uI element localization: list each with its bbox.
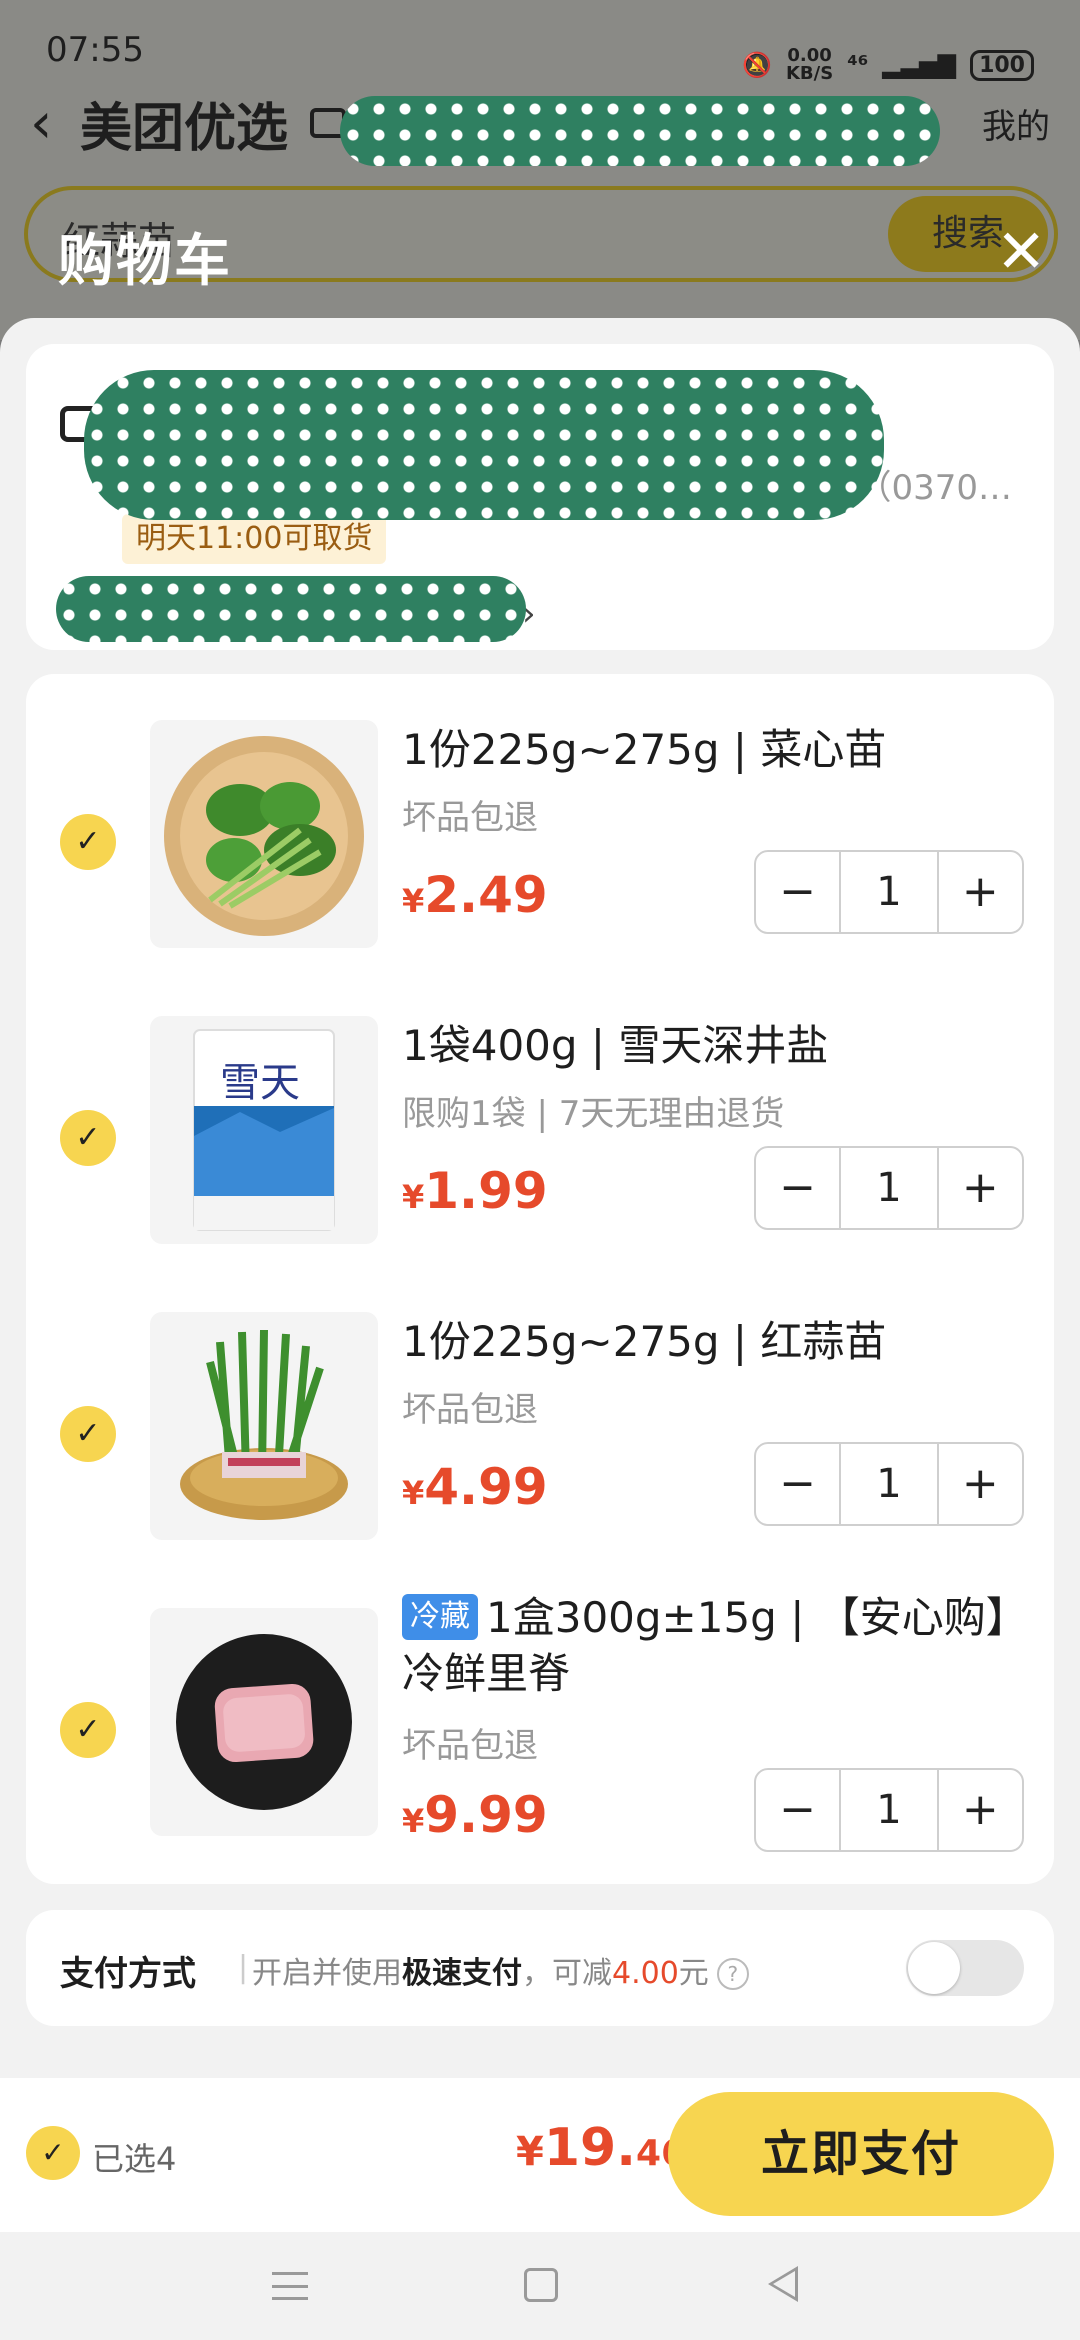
- item-subtitle: 坏品包退: [402, 1726, 538, 1766]
- quantity-value[interactable]: 1: [839, 1770, 939, 1850]
- decrement-button[interactable]: −: [756, 1148, 839, 1228]
- net-speed: 0.00 KB/S: [785, 45, 834, 84]
- battery-icon: 100: [970, 49, 1034, 81]
- item-price: ¥2.49: [402, 866, 548, 924]
- signal-icon: ⁴⁶: [847, 51, 869, 79]
- item-price: ¥4.99: [402, 1458, 548, 1516]
- fast-pay-toggle[interactable]: [906, 1940, 1024, 1996]
- increment-button[interactable]: +: [939, 1770, 1022, 1850]
- quantity-stepper: − 1 +: [754, 1768, 1024, 1852]
- item-price: ¥9.99: [402, 1786, 548, 1844]
- cart-items-card: ✓ 1份225g~275g | 菜心苗 坏品包退 ¥2.49 − 1 + ✓ 雪…: [26, 674, 1054, 1884]
- decrement-button[interactable]: −: [756, 852, 839, 932]
- quantity-stepper: − 1 +: [754, 1442, 1024, 1526]
- pay-now-button[interactable]: 立即支付: [668, 2092, 1054, 2216]
- item-subtitle: 坏品包退: [402, 798, 538, 838]
- total-price: ¥19.46: [516, 2118, 687, 2178]
- signal-bars-icon: ▂▃▅▇: [882, 51, 957, 79]
- quantity-value[interactable]: 1: [839, 852, 939, 932]
- item-title[interactable]: 1袋400g | 雪天深井盐: [402, 1018, 1022, 1074]
- payment-description: 开启并使用极速支付，可减4.00元?: [252, 1948, 749, 1992]
- selected-count: 已选4: [92, 2140, 177, 2178]
- quantity-value[interactable]: 1: [839, 1444, 939, 1524]
- redaction-scribble: [84, 370, 884, 520]
- increment-button[interactable]: +: [939, 852, 1022, 932]
- home-icon[interactable]: [524, 2268, 558, 2302]
- item-subtitle: 限购1袋 | 7天无理由退货: [402, 1094, 785, 1134]
- help-icon[interactable]: ?: [716, 1958, 749, 1990]
- quantity-value[interactable]: 1: [839, 1148, 939, 1228]
- close-icon[interactable]: ✕: [996, 222, 1046, 282]
- cart-item: ✓ 1份225g~275g | 红蒜苗 坏品包退 ¥4.99 − 1 +: [26, 1292, 1054, 1588]
- system-nav-bar: [0, 2232, 1080, 2340]
- leafy-greens-image[interactable]: [150, 720, 378, 948]
- payment-method-card: 支付方式 | 开启并使用极速支付，可减4.00元?: [26, 1910, 1054, 2026]
- cart-sheet: 广 广 （0370… 明天11:00可取货 › ✓: [0, 318, 1080, 2340]
- item-checkbox[interactable]: ✓: [60, 814, 116, 870]
- pickup-address-card[interactable]: 广 广 （0370… 明天11:00可取货 ›: [26, 344, 1054, 650]
- sheet-title: 购物车: [58, 229, 232, 294]
- increment-button[interactable]: +: [939, 1444, 1022, 1524]
- item-title[interactable]: 1份225g~275g | 红蒜苗: [402, 1314, 1022, 1370]
- payment-label: 支付方式: [60, 1954, 196, 1994]
- cart-item: ✓ 冷藏 1盒300g±15g | 【安心购】冷鲜里脊 坏品包退 ¥9.99 − …: [26, 1588, 1054, 1878]
- checkout-bar: ✓ 已选4 ¥19.46 立即支付: [0, 2078, 1080, 2232]
- redaction-scribble: [56, 576, 526, 642]
- cart-item: ✓ 1份225g~275g | 菜心苗 坏品包退 ¥2.49 − 1 +: [26, 700, 1054, 996]
- item-title[interactable]: 1份225g~275g | 菜心苗: [402, 722, 1022, 778]
- item-subtitle: 坏品包退: [402, 1390, 538, 1430]
- redaction-scribble: [340, 96, 940, 166]
- chilled-tag: 冷藏: [402, 1594, 478, 1640]
- toggle-knob: [908, 1942, 960, 1994]
- select-all-checkbox[interactable]: ✓: [26, 2126, 80, 2180]
- cart-item: ✓ 雪天 1袋400g | 雪天深井盐 限购1袋 | 7天无理由退货 ¥1.99…: [26, 996, 1054, 1292]
- quantity-stepper: − 1 +: [754, 1146, 1024, 1230]
- salt-bag-image[interactable]: 雪天: [150, 1016, 378, 1244]
- increment-button[interactable]: +: [939, 1148, 1022, 1228]
- item-checkbox[interactable]: ✓: [60, 1110, 116, 1166]
- svg-text:雪天: 雪天: [220, 1060, 300, 1106]
- garlic-sprouts-image[interactable]: [150, 1312, 378, 1540]
- mute-icon: 🔕: [742, 51, 772, 79]
- quantity-stepper: − 1 +: [754, 850, 1024, 934]
- item-title[interactable]: 冷藏 1盒300g±15g | 【安心购】冷鲜里脊: [402, 1590, 1022, 1702]
- pickup-time-badge: 明天11:00可取货: [122, 514, 387, 564]
- decrement-button[interactable]: −: [756, 1444, 839, 1524]
- item-price: ¥1.99: [402, 1162, 548, 1220]
- menu-icon[interactable]: [272, 2272, 308, 2300]
- app-title: 美团优选: [80, 98, 289, 159]
- decrement-button[interactable]: −: [756, 1770, 839, 1850]
- pork-tenderloin-image[interactable]: [150, 1608, 378, 1836]
- mine-link: 我的: [982, 106, 1050, 147]
- back-triangle-icon[interactable]: [768, 2266, 798, 2302]
- item-checkbox[interactable]: ✓: [60, 1702, 116, 1758]
- chevron-left-icon: ‹: [30, 90, 53, 156]
- item-checkbox[interactable]: ✓: [60, 1406, 116, 1462]
- divider: |: [238, 1950, 249, 1985]
